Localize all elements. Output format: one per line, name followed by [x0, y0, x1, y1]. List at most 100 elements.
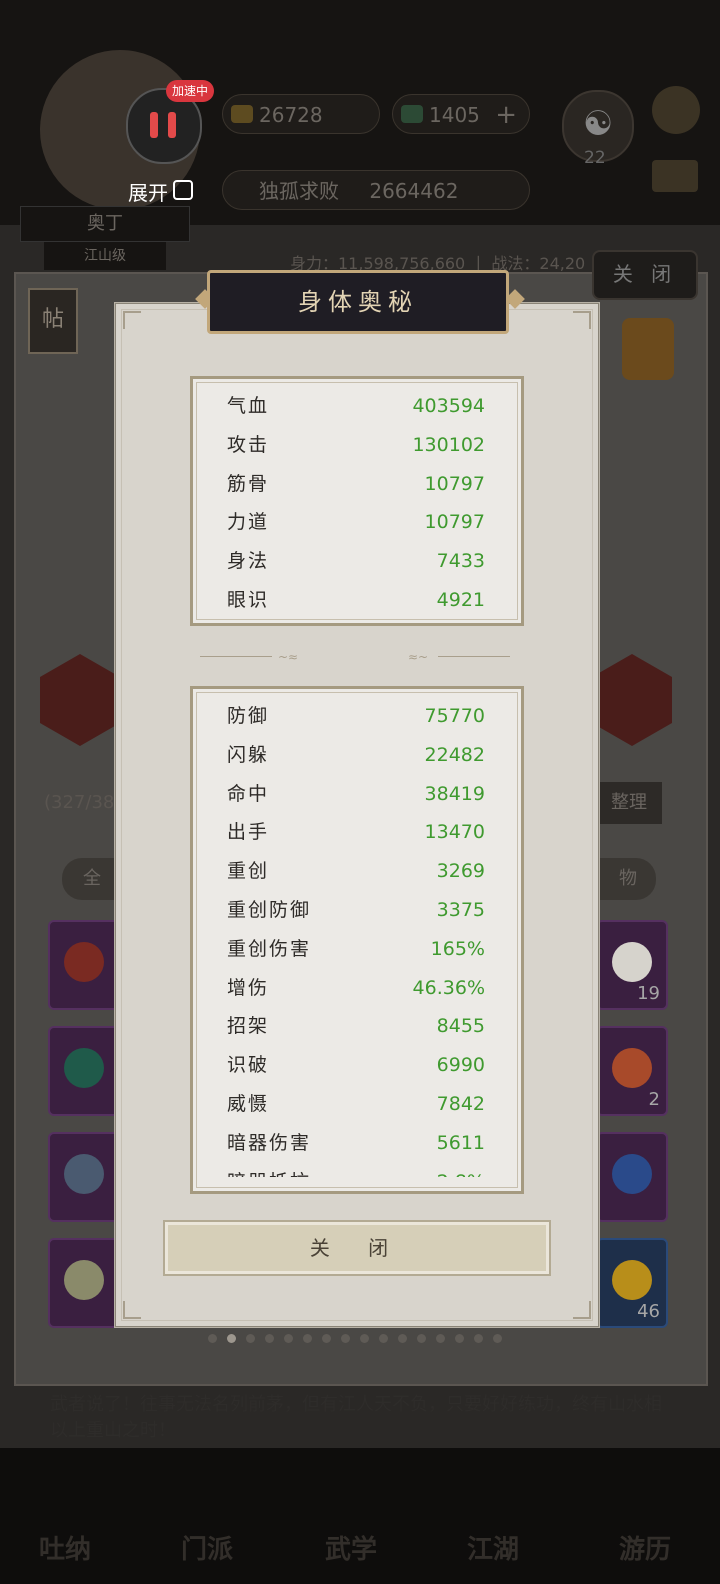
stat-name: 重创防御: [227, 898, 312, 921]
jade-counter: 1405 +: [392, 94, 530, 134]
stat-row: 筋骨 10797: [193, 465, 521, 504]
inventory-slot[interactable]: [48, 920, 120, 1010]
dialog-title: 身体奥秘: [207, 270, 509, 334]
stat-value: 46.36%: [412, 976, 485, 999]
inventory-slot[interactable]: [48, 1238, 120, 1328]
gold-value: 26728: [259, 103, 323, 127]
page-dot[interactable]: [360, 1334, 369, 1343]
player-id: 2664462: [369, 179, 459, 203]
expand-icon[interactable]: [173, 180, 193, 200]
corner-ornament: [123, 1301, 141, 1319]
inventory-slot[interactable]: [48, 1026, 120, 1116]
badge-icon[interactable]: [622, 318, 674, 380]
stat-value: 5611: [436, 1131, 485, 1154]
dialog-close-button[interactable]: 关 闭: [163, 1220, 551, 1276]
page-dot[interactable]: [284, 1334, 293, 1343]
stat-row: 重创防御 3375: [193, 891, 521, 930]
stat-name: 增伤: [227, 976, 270, 999]
nav-label: 江湖: [466, 1535, 519, 1565]
nav-wuxue[interactable]: 武学: [306, 1529, 396, 1566]
page-dot[interactable]: [474, 1334, 483, 1343]
stat-value: 13470: [424, 821, 485, 844]
slot-count: 19: [637, 983, 660, 1004]
stat-value: 165%: [430, 937, 485, 960]
nav-jianghu[interactable]: 江湖: [448, 1529, 538, 1566]
player-label: 独孤求败: [259, 179, 339, 203]
jade-icon: [401, 105, 423, 123]
story-text: 武者说了！往事无法名列前茅，但有江人天不负，只要好好练功，终有山水相以上重山之时…: [50, 1394, 662, 1441]
sub-rank-tag: 江山级: [44, 242, 166, 270]
page-dot[interactable]: [436, 1334, 445, 1343]
stat-value: 403594: [412, 395, 485, 417]
page-dot[interactable]: [398, 1334, 407, 1343]
page-dot[interactable]: [322, 1334, 331, 1343]
page-dot[interactable]: [265, 1334, 274, 1343]
inventory-slot[interactable]: 2: [596, 1026, 668, 1116]
secondary-stats-scroll[interactable]: 防御 75770 闪躲 22482 命中 38419 出手 13470 重创 3269 重创防御 33…: [193, 689, 521, 1177]
stat-value: 6990: [436, 1054, 485, 1077]
nav-menpai[interactable]: 门派: [162, 1529, 252, 1566]
stat-row: 闪躲 22482: [193, 736, 521, 775]
nav-youli[interactable]: 游历: [600, 1529, 690, 1566]
post-tag[interactable]: 帖: [28, 288, 78, 354]
secondary-stats-box[interactable]: 防御 75770 闪躲 22482 命中 38419 出手 13470 重创 3269 重创防御 33…: [190, 686, 524, 1194]
page-dot[interactable]: [303, 1334, 312, 1343]
tab-all[interactable]: 全: [62, 858, 122, 900]
stat-row: 增伤 46.36%: [193, 969, 521, 1008]
stat-name: 攻击: [227, 433, 270, 456]
divider-line: [200, 656, 272, 657]
page-dot[interactable]: [246, 1334, 255, 1343]
stat-name: 暗器抵抗: [227, 1163, 311, 1177]
add-jade-icon[interactable]: +: [495, 95, 517, 135]
page-dot[interactable]: [455, 1334, 464, 1343]
stat-row: 威慑 7842: [193, 1085, 521, 1124]
stat-value: 8455: [436, 1015, 485, 1038]
tab-items[interactable]: 物: [600, 858, 656, 900]
stat-name: 暗器伤害: [227, 1131, 312, 1154]
gear-icon[interactable]: [652, 86, 700, 134]
tidy-button[interactable]: 整理: [596, 782, 662, 824]
expand-label[interactable]: 展开: [128, 177, 168, 206]
stat-name: 身法: [227, 550, 270, 573]
inventory-slot[interactable]: [596, 1132, 668, 1222]
gold-icon: [231, 105, 253, 123]
stat-name: 力道: [227, 511, 270, 534]
stat-row: 出手 13470: [193, 813, 521, 852]
stat-row: 力道 10797: [193, 503, 521, 542]
stat-value: 38419: [424, 782, 485, 805]
stat-row: 气血 403594: [193, 387, 521, 426]
page-dot[interactable]: [493, 1334, 502, 1343]
stat-row: 攻击 130102: [193, 426, 521, 465]
page-dot[interactable]: [341, 1334, 350, 1343]
stat-name: 闪躲: [227, 743, 270, 766]
inventory-slot[interactable]: 46: [596, 1238, 668, 1328]
stat-name: 命中: [227, 782, 270, 805]
top-close-button[interactable]: 关 闭: [592, 250, 698, 300]
nav-label: 吐纳: [38, 1535, 91, 1565]
mail-icon[interactable]: [652, 160, 698, 192]
page-dot[interactable]: [417, 1334, 426, 1343]
page-dot[interactable]: [379, 1334, 388, 1343]
jade-value: 1405: [429, 103, 480, 127]
slot-count: 2: [648, 1089, 660, 1110]
nav-label: 武学: [324, 1535, 377, 1565]
nav-tuna[interactable]: 吐纳: [20, 1529, 110, 1566]
stat-name: 筋骨: [227, 472, 270, 495]
corner-ornament: [123, 311, 141, 329]
stat-name: 眼识: [227, 588, 270, 611]
stat-name: 气血: [227, 395, 270, 417]
stat-name: 招架: [227, 1015, 270, 1038]
stat-row: 重创伤害 165%: [193, 930, 521, 969]
inventory-slot[interactable]: 19: [596, 920, 668, 1010]
page-dot[interactable]: [208, 1334, 217, 1343]
accelerating-badge: 加速中: [166, 80, 215, 102]
stat-row: 重创 3269: [193, 852, 521, 891]
inventory-slot[interactable]: [48, 1132, 120, 1222]
primary-stats-box: 气血 403594 攻击 130102 筋骨 10797 力道 10797 身法 7433 眼识 49…: [190, 376, 524, 626]
page-dot[interactable]: [227, 1334, 236, 1343]
stat-name: 防御: [227, 705, 270, 727]
stat-value: 10797: [424, 472, 485, 495]
stat-row: 防御 75770: [193, 697, 521, 736]
corner-ornament: [573, 311, 591, 329]
rank-tag: 奥丁: [20, 206, 190, 242]
